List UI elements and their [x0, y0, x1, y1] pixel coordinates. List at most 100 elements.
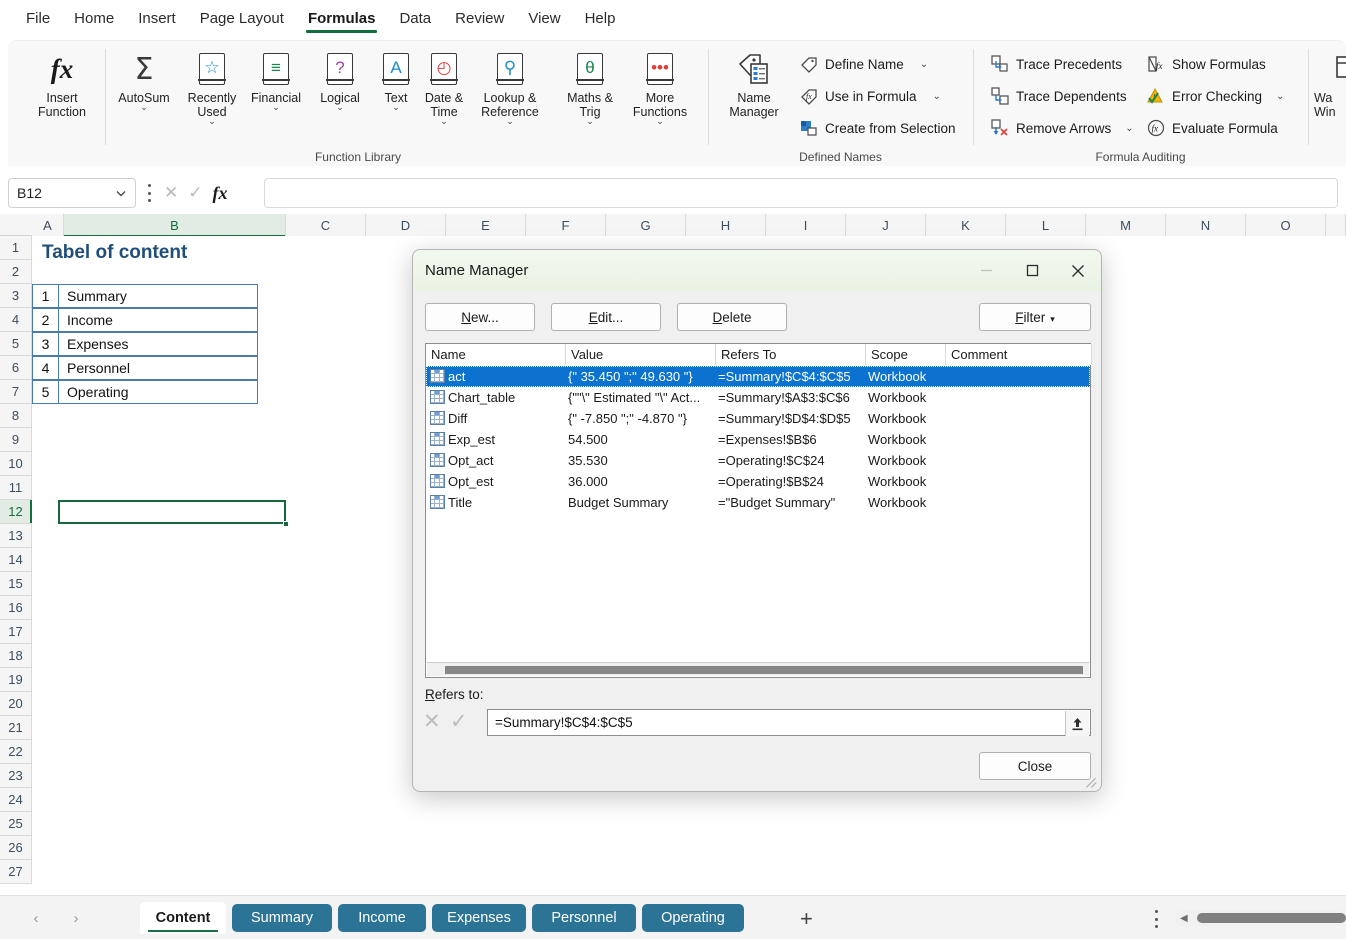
horizontal-scrollbar[interactable]: ◀ [1175, 910, 1346, 926]
row-header-2[interactable]: 2 [0, 260, 32, 284]
sheet-tab-content[interactable]: Content [140, 902, 226, 934]
next-sheet-icon[interactable]: › [66, 908, 86, 928]
sheet-tab-operating[interactable]: Operating [642, 904, 744, 932]
insert-function-button[interactable]: fx Insert Function [26, 47, 98, 145]
toc-label-cell[interactable]: Expenses [58, 332, 258, 356]
row-header-8[interactable]: 8 [0, 404, 32, 428]
chevron-down-icon[interactable]: ⌄ [140, 102, 148, 113]
define-name-button[interactable]: Define Name ⌄ [796, 49, 931, 79]
names-list-scrollbar-thumb[interactable] [445, 666, 1083, 674]
chevron-down-icon[interactable]: ⌄ [336, 102, 344, 113]
column-header-J[interactable]: J [846, 214, 926, 236]
names-list[interactable]: Name Value Refers To Scope Comment act {" 35.… [425, 343, 1092, 678]
lookup-reference-button[interactable]: ⚲ Lookup & Reference ⌄ [474, 47, 546, 145]
row-header-19[interactable]: 19 [0, 668, 32, 692]
names-list-column-comment[interactable]: Comment [946, 344, 1092, 365]
filter-button[interactable]: Filter ▾ [979, 303, 1091, 331]
ribbon-tab-page-layout[interactable]: Page Layout [188, 6, 296, 35]
names-list-row[interactable]: Opt_act 35.530 =Operating!$C$24 Workbook [426, 450, 1090, 471]
toc-label-cell[interactable]: Summary [58, 284, 258, 308]
status-bar-options-icon[interactable] [1151, 910, 1161, 928]
column-header-C[interactable]: C [286, 214, 366, 236]
row-header-9[interactable]: 9 [0, 428, 32, 452]
toc-number-cell[interactable]: 4 [32, 356, 59, 380]
names-list-row[interactable]: Diff {" -7.850 ";" -4.870 "} =Summary!$D$4… [426, 408, 1090, 429]
name-box[interactable]: B12 [8, 178, 136, 208]
ribbon-tab-formulas[interactable]: Formulas [296, 6, 388, 35]
trace-precedents-button[interactable]: Trace Precedents [987, 49, 1125, 79]
dialog-minimize-button[interactable] [963, 250, 1009, 291]
names-list-column-refers-to[interactable]: Refers To [716, 344, 866, 365]
refers-to-input[interactable]: =Summary!$C$4:$C$5 [487, 709, 1091, 736]
edit-name-button[interactable]: Edit... [551, 303, 661, 331]
use-in-formula-button[interactable]: fx Use in Formula ⌄ [796, 81, 944, 111]
names-list-column-scope[interactable]: Scope [866, 344, 946, 365]
toc-label-cell[interactable]: Operating [58, 380, 258, 404]
row-header-23[interactable]: 23 [0, 764, 32, 788]
row-header-12[interactable]: 12 [0, 500, 32, 524]
row-header-21[interactable]: 21 [0, 716, 32, 740]
row-header-5[interactable]: 5 [0, 332, 32, 356]
dialog-resize-grip[interactable] [1086, 776, 1098, 788]
names-list-row[interactable]: Chart_table {""\" Estimated "\" Act... =Su… [426, 387, 1090, 408]
create-from-selection-button[interactable]: Create from Selection [796, 113, 959, 143]
horizontal-scrollbar-thumb[interactable] [1197, 913, 1346, 923]
evaluate-formula-button[interactable]: fx Evaluate Formula [1143, 113, 1281, 143]
toc-label-cell[interactable]: Income [58, 308, 258, 332]
sheet-tab-summary[interactable]: Summary [232, 904, 332, 932]
trace-dependents-button[interactable]: Trace Dependents [987, 81, 1130, 111]
delete-name-button[interactable]: Delete [677, 303, 787, 331]
chevron-down-icon[interactable]: ⌄ [1276, 91, 1284, 102]
toc-number-cell[interactable]: 5 [32, 380, 59, 404]
active-cell-B12[interactable] [58, 500, 286, 524]
ribbon-tab-file[interactable]: File [14, 6, 62, 35]
names-list-row[interactable]: Exp_est 54.500 =Expenses!$B$6 Workbook [426, 429, 1090, 450]
chevron-down-icon[interactable]: ⌄ [440, 116, 448, 127]
row-header-27[interactable]: 27 [0, 860, 32, 884]
watch-window-button[interactable]: Wa Win [1314, 47, 1346, 145]
chevron-down-icon[interactable]: ⌄ [586, 116, 594, 127]
row-header-14[interactable]: 14 [0, 548, 32, 572]
column-header-H[interactable]: H [686, 214, 766, 236]
column-header-D[interactable]: D [366, 214, 446, 236]
dialog-maximize-button[interactable] [1009, 250, 1055, 291]
row-header-6[interactable]: 6 [0, 356, 32, 380]
chevron-down-icon[interactable]: ⌄ [272, 102, 280, 113]
row-header-3[interactable]: 3 [0, 284, 32, 308]
column-header-I[interactable]: I [766, 214, 846, 236]
toc-label-cell[interactable]: Personnel [58, 356, 258, 380]
column-header-M[interactable]: M [1086, 214, 1166, 236]
collapse-dialog-button[interactable] [1065, 711, 1089, 736]
row-header-16[interactable]: 16 [0, 596, 32, 620]
chevron-down-icon[interactable]: ⌄ [208, 116, 216, 127]
ribbon-tab-home[interactable]: Home [62, 6, 126, 35]
ribbon-tab-review[interactable]: Review [443, 6, 516, 35]
add-sheet-icon[interactable]: + [800, 906, 813, 932]
formula-input[interactable] [264, 178, 1338, 208]
error-checking-button[interactable]: ! Error Checking ⌄ [1143, 81, 1287, 111]
sheet-tab-personnel[interactable]: Personnel [532, 904, 636, 932]
column-header-B[interactable]: B [64, 214, 286, 237]
names-list-column-name[interactable]: Name [426, 344, 566, 365]
more-functions-button[interactable]: ••• More Functions ⌄ [624, 47, 696, 145]
row-header-17[interactable]: 17 [0, 620, 32, 644]
row-header-10[interactable]: 10 [0, 452, 32, 476]
chevron-down-icon[interactable]: ⌄ [656, 116, 664, 127]
dialog-close-button[interactable] [1055, 250, 1101, 291]
ribbon-tab-view[interactable]: View [516, 6, 572, 35]
name-manager-button[interactable]: Name Manager [718, 47, 790, 145]
column-header-N[interactable]: N [1166, 214, 1246, 236]
insert-function-icon-small[interactable]: fx [213, 183, 228, 204]
names-list-horizontal-scrollbar[interactable] [427, 662, 1089, 676]
chevron-down-icon[interactable]: ⌄ [506, 116, 514, 127]
show-formulas-button[interactable]: fx Show Formulas [1143, 49, 1269, 79]
date-time-button[interactable]: ◴ Date & Time ⌄ [408, 47, 480, 145]
maths-trig-button[interactable]: θ Maths & Trig ⌄ [554, 47, 626, 145]
autosum-button[interactable]: Σ AutoSum ⌄ [108, 47, 180, 145]
formula-bar-options-icon[interactable] [144, 184, 154, 202]
row-header-18[interactable]: 18 [0, 644, 32, 668]
row-header-15[interactable]: 15 [0, 572, 32, 596]
remove-arrows-button[interactable]: Remove Arrows ⌄ [987, 113, 1137, 143]
column-header-partial[interactable] [1326, 214, 1346, 236]
names-list-row[interactable]: Opt_est 36.000 =Operating!$B$24 Workbook [426, 471, 1090, 492]
